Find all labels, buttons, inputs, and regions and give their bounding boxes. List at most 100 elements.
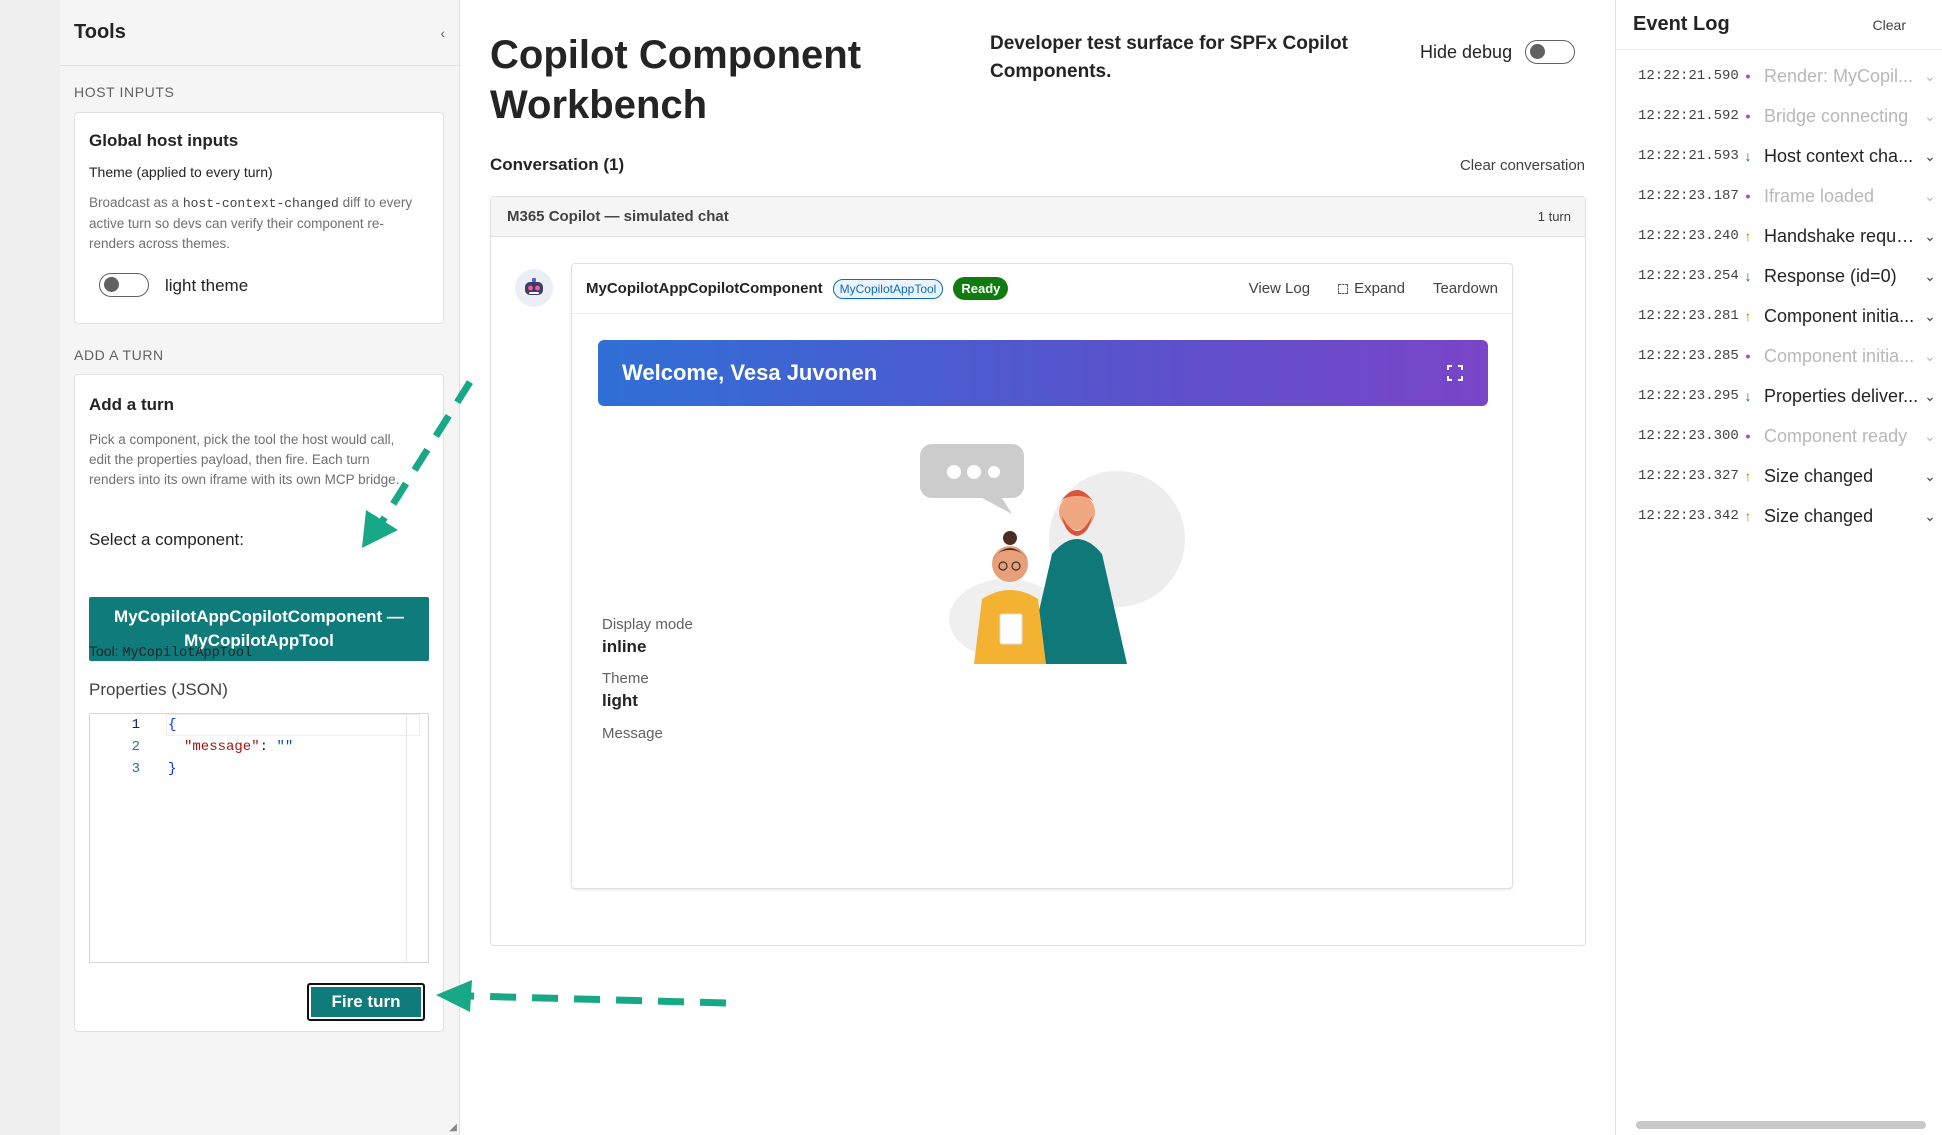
theme-toggle-label: light theme [165,276,249,295]
tools-header: Tools ‹ [60,0,459,66]
select-component-label: Select a component: [89,530,244,549]
resize-grip-icon[interactable]: ◢ [449,1122,457,1133]
event-log-entry[interactable]: 12:22:23.295 ↓ Properties deliver... ⌄ [1616,376,1942,416]
copilot-bot-avatar [515,269,553,307]
event-label: Handshake request [1764,225,1920,246]
view-log-button[interactable]: View Log [1249,280,1310,297]
desc-pre: Broadcast as a [89,195,180,210]
theme-prop-label: Theme [602,670,649,687]
welcome-illustration [920,444,1185,664]
simulated-chat: M365 Copilot — simulated chat 1 turn MyC… [490,196,1586,946]
chevron-down-icon[interactable]: ⌄ [1920,148,1940,165]
bot-icon [525,278,543,295]
tool-name: MyCopilotAppTool [122,646,253,661]
event-log-entry[interactable]: 12:22:21.593 ↓ Host context cha... ⌄ [1616,136,1942,176]
event-time: 12:22:21.593 [1638,148,1739,164]
theme-prop-value: light [602,691,638,710]
line-number: 1 [131,717,140,733]
event-log-entry[interactable]: 12:22:23.254 ↓ Response (id=0) ⌄ [1616,256,1942,296]
left-gutter [0,0,60,1135]
event-log-entry[interactable]: 12:22:23.281 ↑ Component initia... ⌄ [1616,296,1942,336]
properties-json-editor[interactable]: 1 { 2 "message": "" 3 } [89,713,429,963]
event-log-header: Event Log Clear [1616,0,1942,50]
event-time: 12:22:23.300 [1638,428,1739,444]
code-key: "message" [184,739,260,755]
theme-toggle[interactable] [99,273,149,297]
chevron-down-icon[interactable]: ⌄ [1920,428,1940,445]
clear-conversation-button[interactable]: Clear conversation [1460,157,1585,174]
chevron-down-icon[interactable]: ⌄ [1920,388,1940,405]
teardown-button[interactable]: Teardown [1433,280,1498,297]
event-time: 12:22:23.342 [1638,508,1739,524]
conversation-label: Conversation (1) [490,155,625,174]
event-time: 12:22:23.254 [1638,268,1739,284]
chevron-down-icon[interactable]: ⌄ [1920,268,1940,285]
event-log-entry[interactable]: 12:22:23.342 ↑ Size changed ⌄ [1616,496,1942,536]
hide-debug-toggle[interactable] [1525,40,1575,64]
fire-turn-button[interactable]: Fire turn [307,983,425,1021]
event-log-panel: Event Log Clear 12:22:21.590 • Render: MyC… [1615,0,1942,1135]
welcome-text: Welcome, Vesa Juvonen [622,360,878,385]
hide-debug-label: Hide debug [1420,42,1513,62]
chevron-down-icon[interactable]: ⌄ [1920,308,1940,325]
event-log-entry[interactable]: 12:22:23.285 • Component initia... ⌄ [1616,336,1942,376]
add-turn-description: Pick a component, pick the tool the host… [89,432,400,487]
code-colon: : [259,739,277,755]
event-log-entry[interactable]: 12:22:23.300 • Component ready ⌄ [1616,416,1942,456]
event-direction-icon: ↑ [1744,308,1752,324]
line-number: 2 [131,739,140,755]
event-direction-icon: ↓ [1744,268,1752,284]
editor-line: 2 "message": "" [90,736,294,758]
event-log-entry[interactable]: 12:22:23.327 ↑ Size changed ⌄ [1616,456,1942,496]
host-inputs-section-label: HOST INPUTS [74,84,175,100]
code-value: "" [276,739,294,755]
expand-button[interactable]: Expand [1338,280,1405,297]
event-label: Bridge connecting [1764,105,1909,126]
event-time: 12:22:21.592 [1638,108,1739,124]
tools-title: Tools [74,21,126,43]
turn-actions: View Log Expand Teardown [1249,280,1498,297]
theme-label: Theme (applied to every turn) [89,164,273,180]
turn-card: MyCopilotAppCopilotComponent MyCopilotAp… [571,263,1513,889]
chevron-down-icon[interactable]: ⌄ [1920,188,1940,205]
chat-header: M365 Copilot — simulated chat 1 turn [491,197,1585,237]
event-log-entry[interactable]: 12:22:23.240 ↑ Handshake request ⌄ [1616,216,1942,256]
chevron-down-icon[interactable]: ⌄ [1920,508,1940,525]
event-label: Iframe loaded [1764,185,1875,206]
chevron-down-icon[interactable]: ⌄ [1920,68,1940,85]
event-time: 12:22:23.240 [1638,228,1739,244]
event-log-entry[interactable]: 12:22:21.592 • Bridge connecting ⌄ [1616,96,1942,136]
event-direction-icon: • [1745,428,1751,444]
event-label: Properties deliver... [1764,385,1919,406]
event-log-entry[interactable]: 12:22:23.187 • Iframe loaded ⌄ [1616,176,1942,216]
event-log-entry[interactable]: 12:22:21.590 • Render: MyCopil... ⌄ [1616,56,1942,96]
event-direction-icon: • [1745,108,1751,124]
event-direction-icon: ↑ [1744,508,1752,524]
event-direction-icon: ↑ [1744,228,1752,244]
fullscreen-icon[interactable] [1446,364,1464,382]
add-turn-section-label: ADD A TURN [74,347,164,363]
event-label: Component initia... [1764,305,1915,326]
chevron-down-icon[interactable]: ⌄ [1920,348,1940,365]
chevron-down-icon[interactable]: ⌄ [1920,108,1940,125]
code-close-brace: } [168,761,177,777]
code-property: "message": "" [152,736,293,758]
page-title: Copilot Component Workbench [490,33,862,127]
add-turn-title: Add a turn [89,395,174,414]
horizontal-scrollbar[interactable] [1636,1121,1926,1129]
event-time: 12:22:23.187 [1638,188,1739,204]
clear-log-button[interactable]: Clear [1873,17,1906,33]
event-direction-icon: • [1745,348,1751,364]
tool-prefix: Tool: [89,643,119,659]
tools-panel: Tools ‹ HOST INPUTS Global host inputs T… [60,0,460,1135]
properties-label: Properties (JSON) [89,680,228,699]
collapse-panel-icon[interactable]: ‹ [440,25,445,41]
tool-badge: MyCopilotAppTool [832,278,944,299]
turn-count: 1 turn [1537,209,1571,224]
event-label: Render: MyCopil... [1764,65,1914,86]
chevron-down-icon[interactable]: ⌄ [1920,468,1940,485]
editor-line: 3 } [90,758,177,780]
chevron-down-icon[interactable]: ⌄ [1920,228,1940,245]
code-open-brace: { [168,717,177,733]
main-area: Copilot Component Workbench Developer te… [460,0,1615,1135]
